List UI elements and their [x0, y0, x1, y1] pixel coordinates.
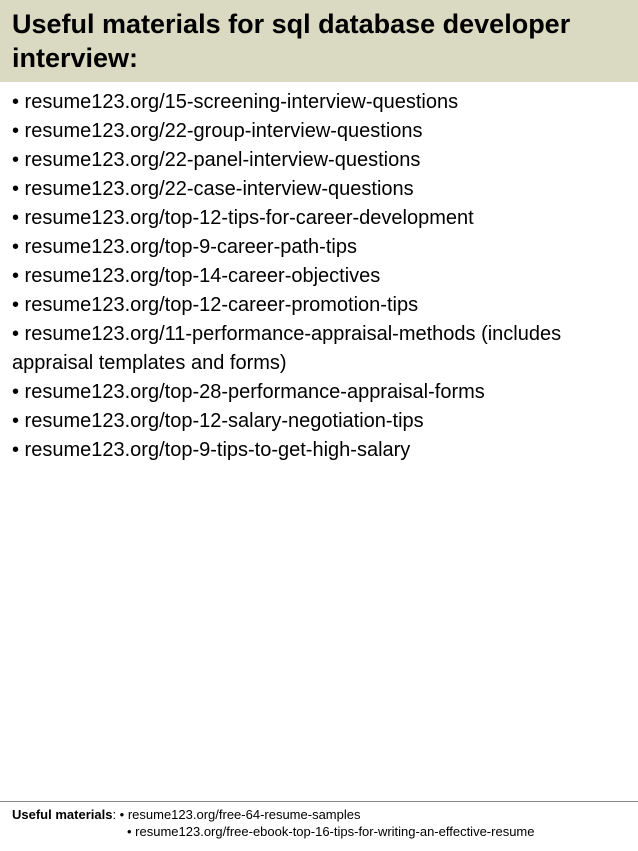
- footer: Useful materials: • resume123.org/free-6…: [0, 801, 638, 841]
- page-title: Useful materials for sql database develo…: [12, 8, 626, 76]
- footer-line-1: Useful materials: • resume123.org/free-6…: [12, 806, 626, 824]
- footer-label: Useful materials: [12, 807, 112, 822]
- list-item: • resume123.org/top-28-performance-appra…: [12, 378, 626, 407]
- footer-text-1: : • resume123.org/free-64-resume-samples: [112, 807, 360, 822]
- header: Useful materials for sql database develo…: [0, 0, 638, 82]
- list-item: • resume123.org/top-9-career-path-tips: [12, 233, 626, 262]
- list-item: • resume123.org/top-12-career-promotion-…: [12, 291, 626, 320]
- list-item: • resume123.org/11-performance-appraisal…: [12, 320, 626, 378]
- list-item: • resume123.org/top-9-tips-to-get-high-s…: [12, 436, 626, 465]
- list-item: • resume123.org/top-12-salary-negotiatio…: [12, 407, 626, 436]
- list-item: • resume123.org/15-screening-interview-q…: [12, 88, 626, 117]
- list-item: • resume123.org/22-group-interview-quest…: [12, 117, 626, 146]
- list-item: • resume123.org/top-12-tips-for-career-d…: [12, 204, 626, 233]
- content-list: • resume123.org/15-screening-interview-q…: [0, 82, 638, 465]
- list-item: • resume123.org/top-14-career-objectives: [12, 262, 626, 291]
- footer-line-2: • resume123.org/free-ebook-top-16-tips-f…: [12, 823, 626, 841]
- list-item: • resume123.org/22-case-interview-questi…: [12, 175, 626, 204]
- list-item: • resume123.org/22-panel-interview-quest…: [12, 146, 626, 175]
